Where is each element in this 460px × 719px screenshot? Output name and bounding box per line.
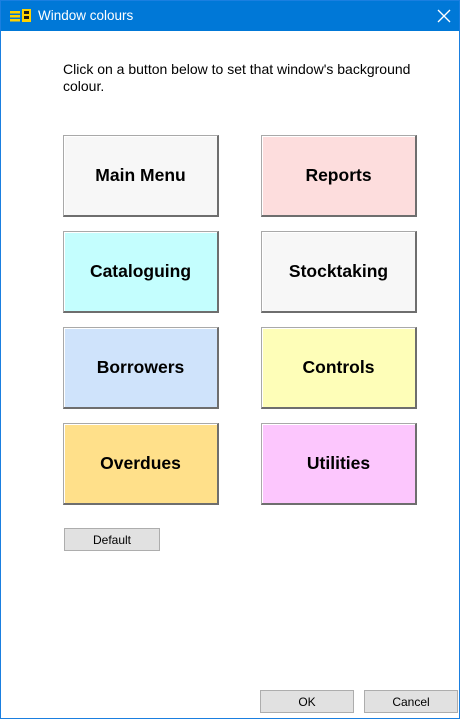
instruction-text: Click on a button below to set that wind… (63, 61, 411, 94)
default-button[interactable]: Default (64, 528, 160, 551)
utilities-colour-button[interactable]: Utilities (261, 423, 417, 505)
reports-colour-button[interactable]: Reports (261, 135, 417, 217)
window-colours-dialog: Window colours Click on a button below t… (0, 0, 460, 719)
close-icon (437, 9, 451, 23)
cancel-button[interactable]: Cancel (364, 690, 458, 713)
stocktaking-colour-button[interactable]: Stocktaking (261, 231, 417, 313)
title-bar[interactable]: Window colours (1, 1, 459, 31)
cataloguing-colour-button[interactable]: Cataloguing (63, 231, 219, 313)
close-button[interactable] (429, 1, 459, 31)
borrowers-colour-button[interactable]: Borrowers (63, 327, 219, 409)
window-title: Window colours (38, 8, 134, 23)
controls-colour-button[interactable]: Controls (261, 327, 417, 409)
main-menu-colour-button[interactable]: Main Menu (63, 135, 219, 217)
app-icon (10, 9, 31, 22)
ok-button[interactable]: OK (260, 690, 354, 713)
overdues-colour-button[interactable]: Overdues (63, 423, 219, 505)
